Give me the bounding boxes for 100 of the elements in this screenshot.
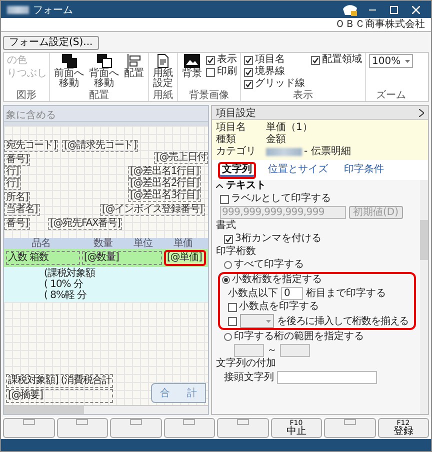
form-field[interactable]: [@差出名2行目] [128,178,201,190]
checkbox[interactable]: 印刷 [206,66,237,78]
form-field[interactable]: 所名] [4,192,30,204]
panel-title: 項目設定 [216,106,256,120]
field-label: 桁目まで印字する [306,288,386,300]
form-field[interactable]: [@摘要] [6,389,114,403]
tab[interactable]: 位置とサイズ [264,162,332,179]
key-slot-icon [236,419,249,425]
form-field[interactable]: 課税対象額] (消費税合計 [6,374,114,388]
range-to-field[interactable] [280,344,310,357]
form-field[interactable]: [@差出名1行目] [128,166,201,178]
form-field[interactable]: 番号] [4,218,30,230]
group-label: ズーム [375,90,407,101]
form-field[interactable]: 行] [4,178,21,190]
dropdown-caret-icon [266,320,271,322]
info-value: - 伝票明細 [266,146,424,158]
chevron-right-icon[interactable] [419,108,424,116]
checkbox[interactable]: ラベルとして印字する [220,193,331,205]
radio-button[interactable]: すべて印字する [216,259,416,271]
function-key[interactable] [217,418,268,438]
field-label: 小数点以下 [228,288,278,300]
dropdown-caret-icon [405,60,410,62]
form-field[interactable]: [@宛先FAX番号] [48,218,122,230]
group-label: 表示 [292,90,314,101]
ribbon-button[interactable]: 用紙設定 [152,54,174,89]
key-slot-icon [76,419,88,425]
range-from-field[interactable] [234,344,264,357]
function-key[interactable] [164,418,215,438]
checkbox[interactable]: 表示 [206,54,237,66]
check-icon [312,56,319,64]
total-box: 合 計 [150,383,206,403]
checkbox-label: を後ろに挿入して桁数を揃える [277,314,409,328]
checkbox[interactable]: グリッド線 [244,78,305,90]
key-slot-icon [130,419,142,425]
key-slot-icon [183,419,196,425]
form-field[interactable]: 入数 箱数 [6,251,80,265]
form-field[interactable]: ( 10% 分 [4,279,208,290]
check-icon [207,56,214,64]
ribbon-button[interactable]: 配置 [123,54,145,79]
blurred-text [266,148,302,156]
align-icon [126,54,142,68]
checkbox[interactable]: 3桁カンマを付ける [224,233,322,245]
function-key[interactable] [110,418,162,438]
group-title: 書式 [216,220,237,232]
checkbox[interactable]: 配置領域 [311,54,362,66]
form-field[interactable]: 行] [4,166,21,178]
maximize-icon[interactable] [390,6,398,14]
check-icon [225,236,232,242]
group-label: 背景画像 [188,90,230,101]
vertical-scrollbar[interactable] [420,180,428,414]
zoom-dropdown[interactable]: 100% [369,54,413,68]
column-header: 単位 [132,238,154,249]
checkbox[interactable]: 境界線 [244,66,305,78]
canvas-header-text: 象に含める [6,110,56,121]
form-field[interactable]: [@請求先コード] [62,140,138,152]
form-settings-button[interactable]: フォーム設定(S)... [3,36,99,50]
group-title: 印字桁数 [216,246,257,258]
info-value: 単価（1） [266,122,314,134]
function-key[interactable] [324,418,376,438]
ribbon-button[interactable]: 前面へ移動 [53,54,85,89]
close-icon[interactable] [412,6,420,14]
tab[interactable]: 文字列 [218,162,256,179]
column-header: 単価 [172,238,194,249]
column-header: 数量 [92,238,114,249]
radio-button[interactable]: 小数桁数を指定する [222,274,412,286]
form-field[interactable]: [@数量] [82,251,162,265]
ribbon-button[interactable]: 背景 [181,54,203,79]
form-field[interactable]: [@インボイス登録番号] [100,204,205,216]
tab[interactable]: 印字条件 [340,162,388,179]
form-field[interactable]: (課税対象額 [4,268,208,279]
checkbox[interactable]: 項目名 [244,54,305,66]
checkbox[interactable] [228,316,237,326]
key-slot-icon [344,419,356,425]
radio-button[interactable]: 印字する桁の範囲を指定する [216,331,416,343]
form-field[interactable]: ( 8%軽 分 [4,290,208,301]
horizontal-scrollbar[interactable] [4,405,208,414]
range-separator: ～ [267,344,277,356]
group-title: 文字列の付加 [216,358,277,370]
checkbox[interactable]: 小数点を印字する [228,301,319,313]
form-field[interactable]: 番号] [4,154,30,166]
info-label: 種類 [216,134,237,146]
info-label: 項目名 [216,122,247,134]
group-label: 配置 [88,90,110,101]
section-header[interactable]: テキスト [216,180,266,192]
info-label: カテゴリ [216,146,257,158]
chevron-up-icon [216,184,223,188]
field-label: 接頭文字列 [224,372,274,384]
function-key[interactable] [3,418,54,438]
form-field[interactable]: [@売上日付 [154,152,208,164]
decimal-field[interactable]: 0 [281,287,303,300]
form-field[interactable]: [@単価] [164,250,206,266]
document-icon [157,54,169,68]
prefix-field[interactable] [277,371,377,384]
column-header: 品名 [30,238,52,249]
form-field[interactable]: 当者名] [4,204,40,216]
function-key[interactable] [56,418,108,438]
minimize-icon[interactable] [368,8,376,10]
form-field[interactable]: [@差出名3行目] [128,190,201,202]
form-field[interactable]: 宛先コード] [4,140,58,152]
ribbon-button[interactable]: 背面へ移動 [88,54,120,89]
